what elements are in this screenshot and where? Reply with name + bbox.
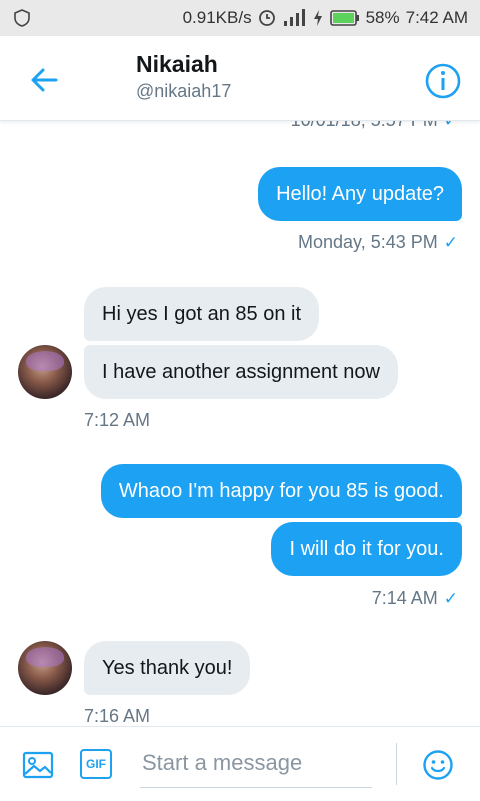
sent-check-icon: ✓ [443, 589, 458, 608]
divider [396, 743, 397, 785]
charging-icon [312, 9, 324, 27]
timestamp-text: 10/01/18, 5:57 PM [290, 120, 438, 130]
arrow-left-icon [31, 68, 58, 92]
message-input[interactable] [140, 739, 372, 788]
timestamp-text: 7:14 AM [371, 588, 438, 608]
message-bubble-outgoing[interactable]: Whaoo I'm happy for you 85 is good. [100, 464, 462, 518]
contact-handle: @nikaiah17 [136, 81, 232, 101]
timestamp-text: Monday, 5:43 PM [298, 232, 438, 252]
conversation-header: Nikaiah @nikaiah17 [0, 36, 480, 121]
battery-icon [329, 10, 360, 26]
message-bubble-incoming[interactable]: Hi yes I got an 85 on it [84, 287, 320, 341]
sent-check-icon: ✓ [443, 233, 458, 252]
signal-icon [282, 8, 306, 28]
emoji-icon [423, 750, 453, 780]
status-time: 7:42 AM [405, 8, 468, 27]
sent-check-icon: ✓ [443, 120, 458, 130]
message-bubble-outgoing[interactable]: Hello! Any update? [258, 167, 462, 221]
message-bubble-outgoing[interactable]: I will do it for you. [271, 522, 462, 576]
timestamp: 7:14 AM ✓ [372, 588, 458, 609]
contact-info[interactable]: Nikaiah @nikaiah17 [136, 50, 231, 104]
image-icon [22, 751, 54, 779]
status-bar: 0.91KB/s 58% 7:42 AM [0, 0, 480, 36]
message-list[interactable]: 10/01/18, 5:57 PM ✓ Hello! Any update? Mo… [0, 120, 480, 726]
shield-icon [12, 8, 32, 28]
emoji-button[interactable] [422, 749, 454, 781]
message-bubble-incoming[interactable]: I have another assignment now [84, 345, 398, 399]
battery-percent: 58% [365, 8, 400, 27]
message-composer: GIF [0, 726, 480, 801]
timestamp: 7:16 AM [84, 706, 151, 726]
info-icon [425, 63, 461, 99]
contact-name: Nikaiah [136, 51, 218, 77]
timestamp: 7:12 AM [84, 410, 151, 430]
back-button[interactable] [26, 62, 62, 98]
add-image-button[interactable] [22, 749, 54, 781]
gif-button[interactable]: GIF [80, 749, 112, 779]
timestamp: 10/01/18, 5:57 PM ✓ [291, 120, 458, 131]
timestamp: Monday, 5:43 PM ✓ [298, 232, 458, 253]
avatar[interactable] [18, 641, 72, 695]
gif-icon: GIF [86, 757, 106, 771]
info-button[interactable] [424, 62, 462, 100]
network-speed: 0.91KB/s [182, 8, 252, 27]
clock-icon [258, 9, 276, 27]
message-bubble-incoming[interactable]: Yes thank you! [84, 641, 251, 695]
avatar[interactable] [18, 345, 72, 399]
